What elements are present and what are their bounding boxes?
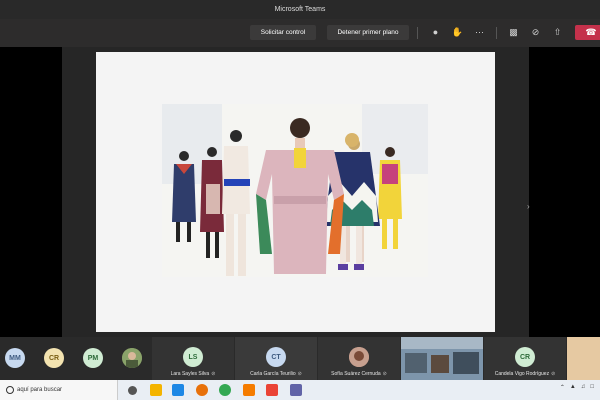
fashion-runway-image — [162, 104, 428, 277]
participant-avatar[interactable]: MM — [5, 348, 25, 368]
hang-up-icon: ☎ — [585, 27, 597, 37]
photo-avatar-image — [122, 348, 142, 368]
fashion-photo — [162, 104, 428, 277]
expand-handle-icon[interactable]: › — [527, 202, 530, 211]
participant-tile[interactable]: Sofía Suárez Cernuda ⊘ — [318, 337, 400, 380]
participant-name: Candela Vigo Rodríguez — [494, 371, 550, 377]
window-title-bar: Microsoft Teams — [0, 0, 600, 19]
photo-avatar-image — [349, 347, 369, 367]
participant-avatar: CR — [515, 347, 535, 367]
participant-avatar: LS — [183, 347, 203, 367]
app-icon[interactable] — [266, 384, 278, 396]
participant-name: Lara Sayles Silva — [170, 371, 210, 377]
taskbar-search-box[interactable]: aquí para buscar — [0, 380, 118, 400]
participant-name: Sofía Suárez Cernuda — [331, 371, 381, 377]
participant-name-row: Lara Sayles Silva ⊘ — [152, 371, 234, 377]
mic-off-icon[interactable]: ⊘ — [530, 27, 541, 38]
mic-off-icon: ⊘ — [382, 371, 387, 377]
firefox-icon[interactable] — [196, 384, 208, 396]
file-explorer-icon[interactable] — [150, 384, 162, 396]
participant-initials: CR — [48, 354, 60, 362]
participant-video-tile[interactable] — [401, 337, 483, 380]
participant-strip: MM CR PM LS Lara Sayles Silva ⊘ CT Carla … — [0, 337, 600, 380]
toolbar-divider — [417, 27, 418, 39]
participants-icon[interactable]: ● — [430, 27, 441, 38]
vlc-icon[interactable] — [243, 384, 255, 396]
network-icon[interactable]: ▲ — [570, 384, 576, 391]
mic-off-icon: ⊘ — [551, 371, 556, 377]
raise-hand-icon[interactable]: ✋ — [452, 27, 463, 38]
participant-initials: PM — [87, 354, 99, 362]
participant-tile[interactable]: CT Carla García Teurilio ⊘ — [235, 337, 317, 380]
participant-initials: MM — [9, 354, 21, 362]
participant-name-row: Candela Vigo Rodríguez ⊘ — [484, 371, 566, 377]
windows-taskbar: aquí para buscar ⌃ ▲ ♫ □ — [0, 380, 600, 400]
participant-name: Carla García Teurilio — [250, 371, 296, 377]
toolbar-divider — [496, 27, 497, 39]
participant-video-tile[interactable] — [567, 337, 600, 380]
participant-photo-avatar[interactable] — [122, 348, 142, 368]
participant-avatar[interactable]: PM — [83, 348, 103, 368]
participant-avatar: CT — [266, 347, 286, 367]
participant-name-row: Carla García Teurilio ⊘ — [235, 371, 317, 377]
classroom-video-image — [401, 337, 483, 380]
search-placeholder: aquí para buscar — [17, 387, 63, 393]
participant-initials: CR — [519, 353, 531, 361]
mic-off-icon: ⊘ — [297, 371, 302, 377]
more-options-icon[interactable]: ⋯ — [474, 27, 485, 38]
teams-icon[interactable] — [290, 384, 302, 396]
participant-photo-avatar — [349, 347, 369, 367]
mic-off-icon: ⊘ — [211, 371, 216, 377]
stop-presenting-button[interactable]: Detener primer plano — [327, 25, 409, 40]
notifications-icon[interactable]: □ — [590, 384, 594, 391]
participant-tile[interactable]: LS Lara Sayles Silva ⊘ — [152, 337, 234, 380]
window-title: Microsoft Teams — [274, 6, 326, 13]
participant-initials: CT — [271, 353, 281, 361]
hang-up-button[interactable]: ☎ — [575, 25, 600, 40]
meeting-toolbar: Solicitar control Detener primer plano ●… — [0, 19, 600, 47]
system-tray: ⌃ ▲ ♫ □ — [560, 384, 594, 391]
volume-icon[interactable]: ♫ — [581, 384, 586, 391]
participant-initials: LS — [188, 353, 198, 361]
request-control-button[interactable]: Solicitar control — [250, 25, 316, 40]
share-tray-icon[interactable]: ⇧ — [552, 27, 563, 38]
chevron-up-icon[interactable]: ⌃ — [560, 384, 565, 391]
participant-avatar[interactable]: CR — [44, 348, 64, 368]
camera-icon[interactable]: ▩ — [508, 27, 519, 38]
edge-icon[interactable] — [172, 384, 184, 396]
chrome-icon[interactable] — [219, 384, 231, 396]
search-icon — [6, 386, 14, 394]
participant-name-row: Sofía Suárez Cernuda ⊘ — [318, 371, 400, 377]
participant-tile[interactable]: CR Candela Vigo Rodríguez ⊘ — [484, 337, 566, 380]
task-view-icon[interactable] — [128, 386, 137, 395]
